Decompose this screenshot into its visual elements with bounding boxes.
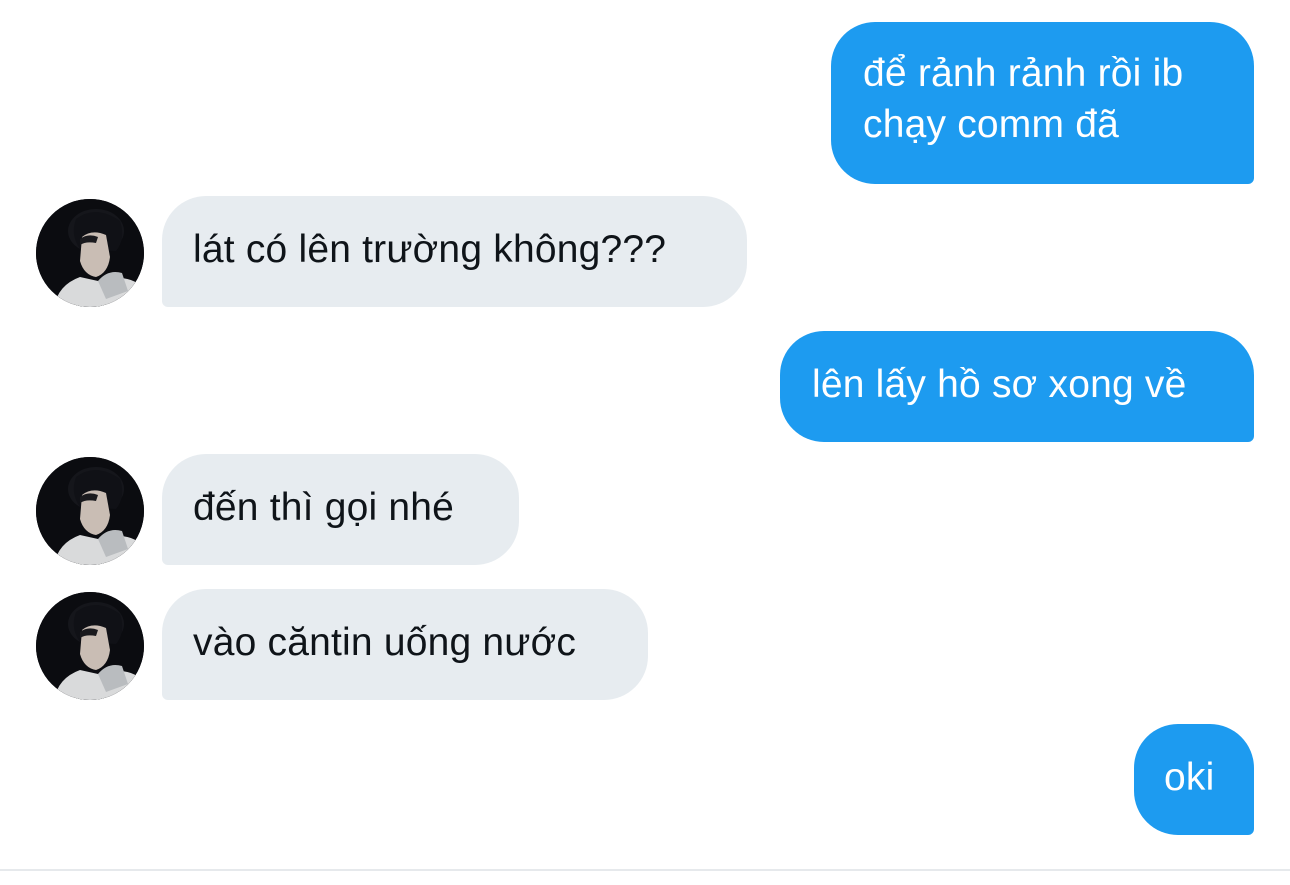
sender-avatar[interactable] bbox=[36, 592, 144, 700]
message-bubble-outgoing[interactable]: lên lấy hồ sơ xong về bbox=[780, 331, 1254, 442]
avatar-photo-icon bbox=[36, 457, 144, 565]
avatar-photo-icon bbox=[36, 199, 144, 307]
message-bubble-outgoing[interactable]: oki bbox=[1134, 724, 1254, 835]
sender-avatar[interactable] bbox=[36, 199, 144, 307]
avatar-photo-icon bbox=[36, 592, 144, 700]
message-thread: để rảnh rảnh rồi ib chạy comm đã lát có … bbox=[0, 0, 1290, 885]
message-bubble-incoming[interactable]: lát có lên trường không??? bbox=[162, 196, 747, 307]
divider bbox=[0, 869, 1290, 871]
sender-avatar[interactable] bbox=[36, 457, 144, 565]
message-bubble-outgoing[interactable]: để rảnh rảnh rồi ib chạy comm đã bbox=[831, 22, 1254, 184]
message-bubble-incoming[interactable]: vào căntin uống nước bbox=[162, 589, 648, 700]
message-bubble-incoming[interactable]: đến thì gọi nhé bbox=[162, 454, 519, 565]
